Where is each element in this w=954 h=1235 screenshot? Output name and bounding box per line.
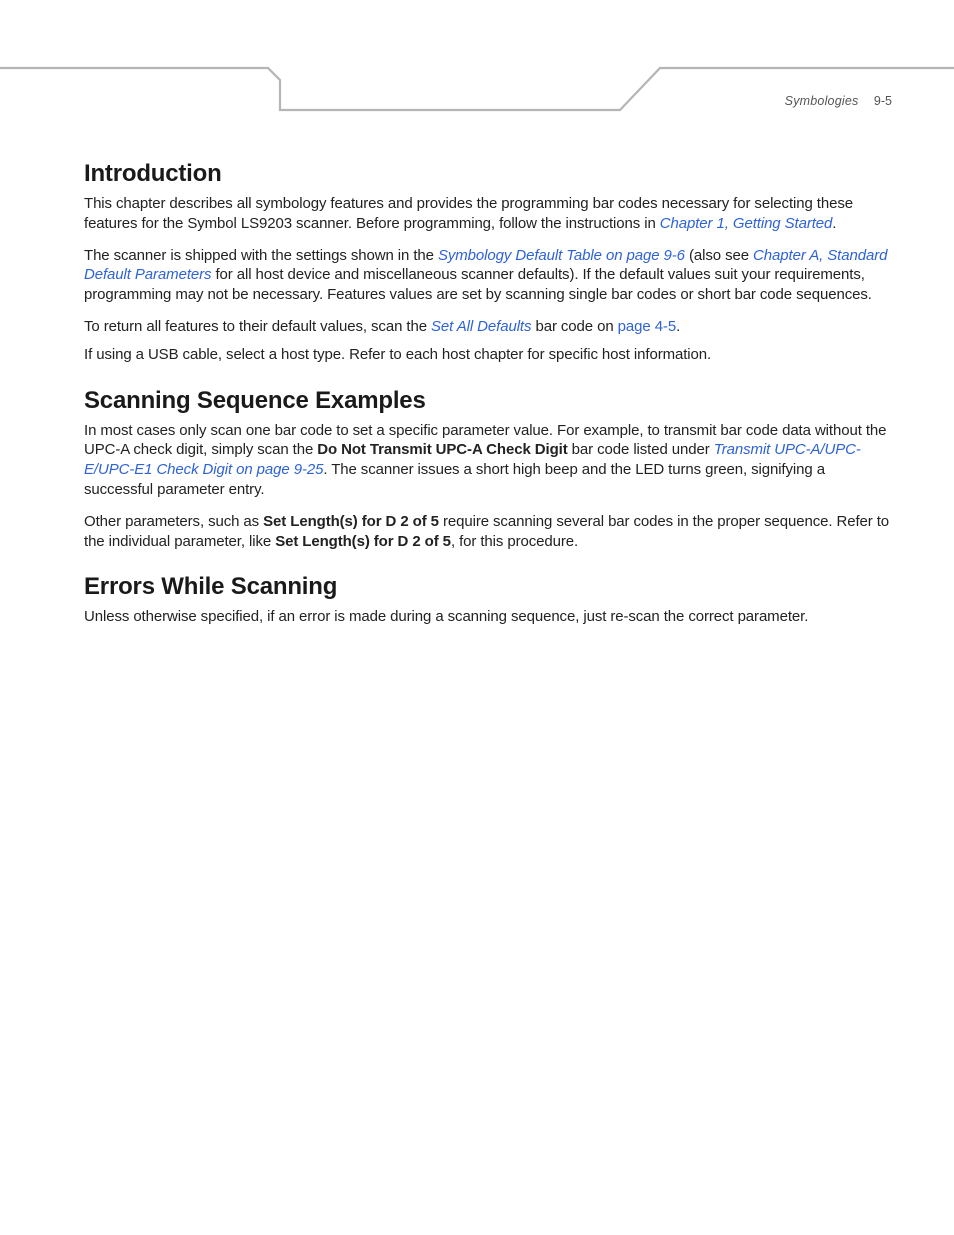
heading-errors: Errors While Scanning xyxy=(84,573,892,601)
link-symbology-default-table[interactable]: Symbology Default Table on page 9-6 xyxy=(438,247,685,264)
bold-set-lengths-2: Set Length(s) for D 2 of 5 xyxy=(275,533,451,550)
intro-p3: To return all features to their default … xyxy=(84,317,892,337)
heading-scanning-sequence: Scanning Sequence Examples xyxy=(84,387,892,415)
intro-p4: If using a USB cable, select a host type… xyxy=(84,345,892,365)
link-chapter-1[interactable]: Chapter 1, Getting Started xyxy=(660,215,833,232)
page-number: 9-5 xyxy=(874,94,892,108)
header-rule xyxy=(0,64,954,116)
heading-introduction: Introduction xyxy=(84,160,892,188)
intro-p1: This chapter describes all symbology fea… xyxy=(84,194,892,234)
bold-do-not-transmit: Do Not Transmit UPC-A Check Digit xyxy=(317,441,567,458)
link-page-4-5[interactable]: page 4-5 xyxy=(618,318,676,335)
page-header: Symbologies 9-5 xyxy=(785,94,892,108)
chapter-name: Symbologies xyxy=(785,94,859,108)
link-set-all-defaults[interactable]: Set All Defaults xyxy=(431,318,531,335)
page-content: Introduction This chapter describes all … xyxy=(84,160,892,639)
scanning-p2: Other parameters, such as Set Length(s) … xyxy=(84,512,892,552)
scanning-p1: In most cases only scan one bar code to … xyxy=(84,421,892,500)
errors-p1: Unless otherwise specified, if an error … xyxy=(84,607,892,627)
bold-set-lengths-1: Set Length(s) for D 2 of 5 xyxy=(263,513,439,530)
intro-p2: The scanner is shipped with the settings… xyxy=(84,246,892,305)
